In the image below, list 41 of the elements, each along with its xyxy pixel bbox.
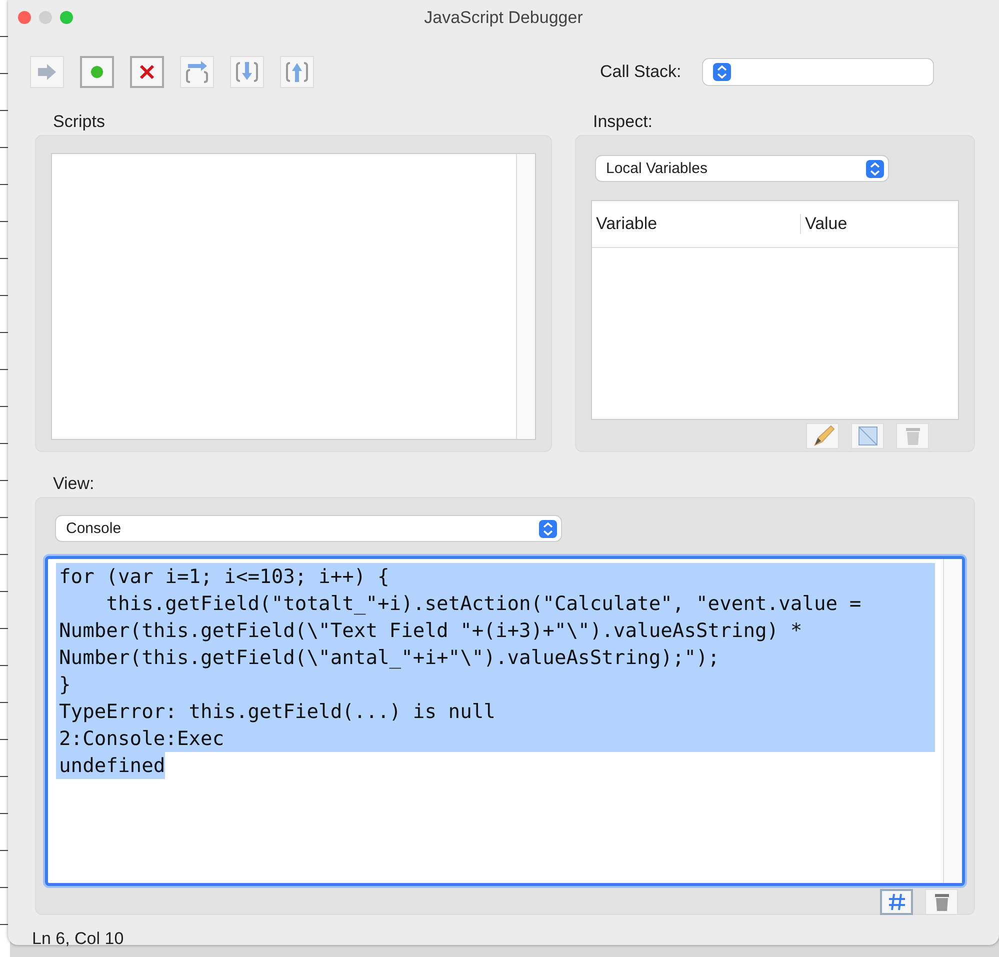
variables-dropdown[interactable]: Local Variables (596, 156, 888, 181)
trash-button[interactable] (896, 423, 929, 449)
inspect-label: Inspect: (593, 112, 654, 132)
arrow-button[interactable] (30, 56, 64, 88)
column-header[interactable]: Variable (592, 214, 801, 234)
status-text: Ln 6, Col 10 (31, 928, 125, 949)
step-out-button[interactable] (280, 56, 314, 88)
scripts-label: Scripts (53, 112, 106, 132)
trash-icon (904, 426, 922, 446)
pencil-button[interactable] (806, 423, 839, 449)
call-stack-dropdown[interactable] (703, 59, 934, 85)
step-into-button[interactable] (230, 56, 264, 88)
minimize-icon[interactable] (39, 11, 52, 24)
updown-icon (866, 160, 884, 178)
hash-icon (886, 892, 906, 912)
console-field[interactable] (45, 556, 965, 886)
close-icon (139, 64, 155, 80)
square-icon (856, 426, 878, 446)
trash-button[interactable] (925, 889, 958, 915)
hash-button[interactable] (880, 889, 913, 915)
window-title: JavaScript Debugger (424, 8, 583, 28)
close-button[interactable] (130, 56, 164, 88)
view-label: View: (53, 474, 96, 494)
column-header[interactable]: Value (801, 214, 955, 234)
scrollbar[interactable] (943, 559, 962, 883)
step-out-icon (284, 60, 310, 84)
call-stack-label: Call Stack: (600, 62, 682, 82)
close-icon[interactable] (18, 11, 31, 24)
dot-icon (90, 65, 104, 79)
updown-icon (539, 520, 557, 538)
zoom-icon[interactable] (60, 11, 73, 24)
view-dropdown[interactable]: Console (56, 516, 561, 541)
trash-icon (932, 892, 950, 912)
square-button[interactable] (851, 423, 884, 449)
updown-icon (713, 63, 732, 81)
arrow-icon (36, 63, 58, 81)
dot-button[interactable] (80, 56, 114, 88)
step-into-icon (234, 60, 260, 84)
step-over-icon (184, 60, 210, 84)
scrollbar[interactable] (516, 154, 535, 439)
step-over-button[interactable] (180, 56, 214, 88)
